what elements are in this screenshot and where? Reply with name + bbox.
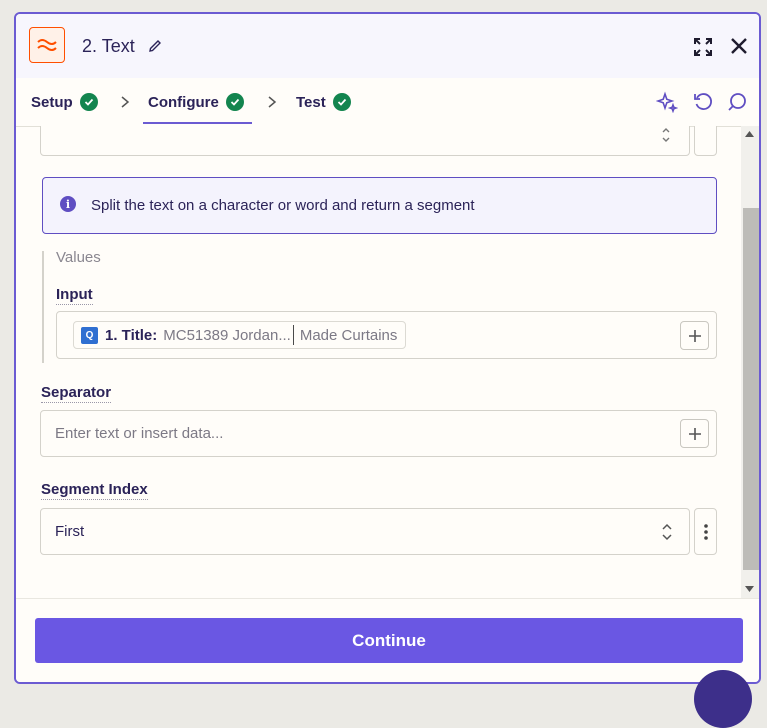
active-tab-indicator (143, 122, 252, 124)
scroll-down-arrow-icon (745, 586, 754, 592)
action-event-more-button[interactable] (694, 126, 717, 156)
tab-configure[interactable]: Configure (148, 92, 244, 112)
input-label: Input (56, 286, 93, 305)
select-arrows-icon (661, 523, 673, 546)
scroll-up-arrow-icon (745, 131, 754, 137)
text-cursor (292, 325, 294, 345)
action-event-select[interactable] (40, 126, 690, 156)
check-icon (332, 93, 351, 111)
form-scrollbar[interactable] (741, 126, 759, 598)
plus-icon (688, 329, 701, 342)
chevron-right-icon (120, 95, 130, 114)
step-tabs: Setup Configure Test (16, 78, 759, 127)
tab-test[interactable]: Test (296, 92, 351, 112)
segment-index-select[interactable]: First (40, 508, 690, 555)
refresh-icon[interactable] (692, 91, 714, 118)
ai-sparkle-icon[interactable] (655, 91, 679, 118)
values-group-bar (42, 251, 44, 363)
step-panel: 2. Text Setup Configure Test i Split the… (14, 12, 761, 684)
tab-test-label: Test (296, 93, 326, 111)
check-icon (225, 93, 244, 111)
panel-footer: Continue (16, 598, 759, 682)
values-section-label: Values (56, 249, 101, 266)
pill-value: MC51389 Jordan... (163, 326, 291, 344)
check-icon (79, 93, 98, 111)
pill-value-rest: Made Curtains (299, 326, 398, 344)
help-launcher-button[interactable] (694, 670, 752, 728)
panel-header: 2. Text (16, 14, 759, 78)
formatter-app-icon (29, 27, 65, 63)
separator-label: Separator (41, 384, 112, 403)
tab-setup-label: Setup (31, 93, 73, 111)
info-text: Split the text on a character or word an… (91, 197, 475, 214)
tab-setup[interactable]: Setup (31, 92, 98, 112)
info-banner: i Split the text on a character or word … (42, 177, 717, 234)
plus-icon (688, 427, 701, 440)
source-app-icon: Q (81, 326, 98, 344)
segment-index-label: Segment Index (41, 481, 148, 500)
scroll-thumb[interactable] (743, 208, 759, 570)
comment-icon[interactable] (726, 91, 748, 118)
info-icon: i (60, 196, 76, 212)
continue-button[interactable]: Continue (35, 618, 743, 663)
segment-index-more-button[interactable] (694, 508, 717, 555)
expand-icon[interactable] (692, 36, 714, 63)
select-arrows-icon (661, 127, 671, 148)
chevron-right-icon (267, 95, 277, 114)
insert-data-button[interactable] (680, 321, 709, 350)
config-form: i Split the text on a character or word … (16, 126, 759, 598)
more-vertical-icon (703, 523, 708, 540)
pill-step-label: 1. Title: (105, 326, 158, 344)
separator-placeholder: Enter text or insert data... (55, 425, 224, 442)
edit-title-pencil-icon[interactable] (147, 38, 163, 59)
separator-field[interactable]: Enter text or insert data... (40, 410, 717, 457)
tab-configure-label: Configure (148, 93, 219, 111)
input-field[interactable]: Q 1. Title: MC51389 Jordan... Made Curta… (56, 311, 717, 359)
insert-data-button[interactable] (680, 419, 709, 448)
segment-index-value: First (55, 523, 85, 540)
step-title: 2. Text (82, 36, 135, 56)
close-icon[interactable] (729, 36, 749, 61)
mapped-data-pill[interactable]: Q 1. Title: MC51389 Jordan... Made Curta… (73, 321, 407, 349)
